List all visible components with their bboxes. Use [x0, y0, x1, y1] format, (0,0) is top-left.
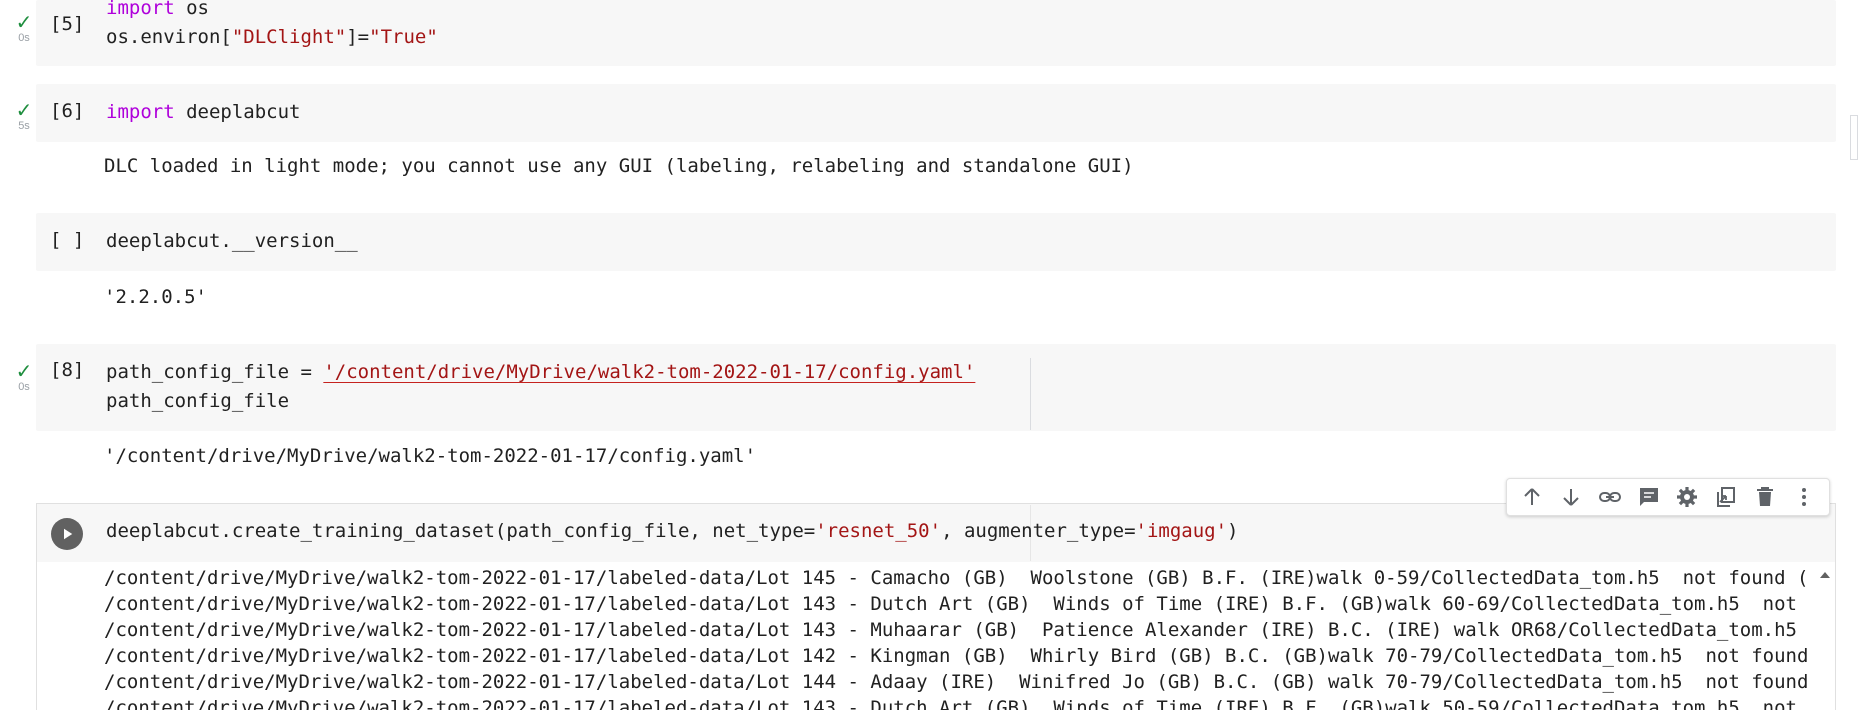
cell-6-code[interactable]: import deeplabcut [106, 98, 300, 127]
code-line: import deeplabcut [106, 98, 300, 127]
move-cell-down-button[interactable] [1555, 481, 1587, 513]
code-string: "True" [369, 26, 438, 48]
output-line: /content/drive/MyDrive/walk2-tom-2022-01… [104, 567, 1809, 589]
output-line: /content/drive/MyDrive/walk2-tom-2022-01… [104, 593, 1797, 615]
active-cell-code[interactable]: deeplabcut.create_training_dataset(path_… [106, 517, 1239, 546]
cell-6-status: ✓ 5s [12, 100, 36, 132]
output-line: /content/drive/MyDrive/walk2-tom-2022-01… [104, 697, 1797, 710]
success-check-icon: ✓ [15, 359, 33, 383]
code-line: path_config_file [106, 387, 975, 416]
success-check-icon: ✓ [15, 10, 33, 34]
comment-icon [1639, 488, 1658, 506]
code-cell-6[interactable] [36, 84, 1836, 142]
scroll-up-icon[interactable] [1818, 568, 1832, 582]
code-string: 'resnet_50' [815, 520, 942, 542]
cell-version-prompt: [ ] [50, 229, 85, 251]
notebook-page: ✓ 0s [5] import os os.environ["DLClight"]… [0, 0, 1858, 710]
success-check-icon: ✓ [15, 98, 33, 122]
more-options-button[interactable] [1788, 481, 1820, 513]
code-text: , augmenter_type= [941, 520, 1136, 542]
delete-icon [1756, 487, 1773, 506]
delete-cell-button[interactable] [1749, 481, 1781, 513]
cell-8-status: ✓ 0s [12, 361, 36, 393]
cell-version-code[interactable]: deeplabcut.__version__ [106, 227, 358, 256]
code-text: path_config_file = [106, 361, 324, 383]
code-text: path_config_file [106, 390, 290, 412]
output-line: /content/drive/MyDrive/walk2-tom-2022-01… [104, 645, 1809, 667]
code-text: os.environ[ [106, 26, 232, 48]
cell-settings-button[interactable] [1671, 481, 1703, 513]
code-keyword: import [106, 101, 175, 123]
cell-5-status: ✓ 0s [12, 12, 36, 44]
cell-version-output: '2.2.0.5' [104, 286, 207, 308]
add-comment-button[interactable] [1633, 481, 1665, 513]
play-icon [64, 528, 73, 540]
arrow-down-icon [1563, 489, 1579, 506]
code-text: ) [1227, 520, 1239, 542]
code-line: import os [106, 0, 438, 23]
cell-5-code[interactable]: import os os.environ["DLClight"]="True" [106, 0, 438, 52]
cell-8-code[interactable]: path_config_file = '/content/drive/MyDri… [106, 358, 975, 416]
code-string: '/content/drive/MyDrive/walk2-tom-2022-0… [323, 361, 976, 383]
code-string: "DLClight" [231, 26, 347, 48]
code-line: path_config_file = '/content/drive/MyDri… [106, 358, 975, 387]
mirror-cell-button[interactable] [1710, 481, 1742, 513]
more-vert-icon [1801, 488, 1806, 506]
gear-icon [1677, 487, 1698, 507]
code-text: deeplabcut.__version__ [106, 230, 358, 252]
cell-6-output: DLC loaded in light mode; you cannot use… [104, 155, 1134, 177]
code-keyword: import [106, 0, 175, 19]
code-text: deeplabcut [174, 101, 301, 123]
code-text: ]= [346, 26, 370, 48]
code-line: deeplabcut.__version__ [106, 227, 358, 256]
run-cell-button[interactable] [51, 518, 83, 550]
cell-toolbar [1506, 478, 1830, 516]
output-line: /content/drive/MyDrive/walk2-tom-2022-01… [104, 671, 1809, 693]
code-string: 'imgaug' [1135, 520, 1228, 542]
code-line: os.environ["DLClight"]="True" [106, 23, 438, 52]
mirror-cell-icon [1717, 487, 1736, 507]
ruler-line [1030, 358, 1031, 430]
link-icon [1598, 492, 1621, 502]
code-text: deeplabcut.create_training_dataset(path_… [106, 520, 816, 542]
output-line: /content/drive/MyDrive/walk2-tom-2022-01… [104, 619, 1797, 641]
page-scrollbar-thumb[interactable] [1850, 115, 1858, 160]
cell-5-prompt: [5] [50, 13, 85, 35]
cell-6-prompt: [6] [50, 100, 85, 122]
cell-8-output: '/content/drive/MyDrive/walk2-tom-2022-0… [104, 445, 757, 467]
active-cell-output[interactable]: /content/drive/MyDrive/walk2-tom-2022-01… [104, 565, 1816, 710]
cell-8-prompt: [8] [50, 359, 85, 381]
code-text: os [174, 0, 209, 19]
arrow-up-icon [1524, 488, 1541, 505]
copy-link-button[interactable] [1594, 481, 1626, 513]
move-cell-up-button[interactable] [1516, 481, 1548, 513]
code-line: deeplabcut.create_training_dataset(path_… [106, 517, 1239, 546]
